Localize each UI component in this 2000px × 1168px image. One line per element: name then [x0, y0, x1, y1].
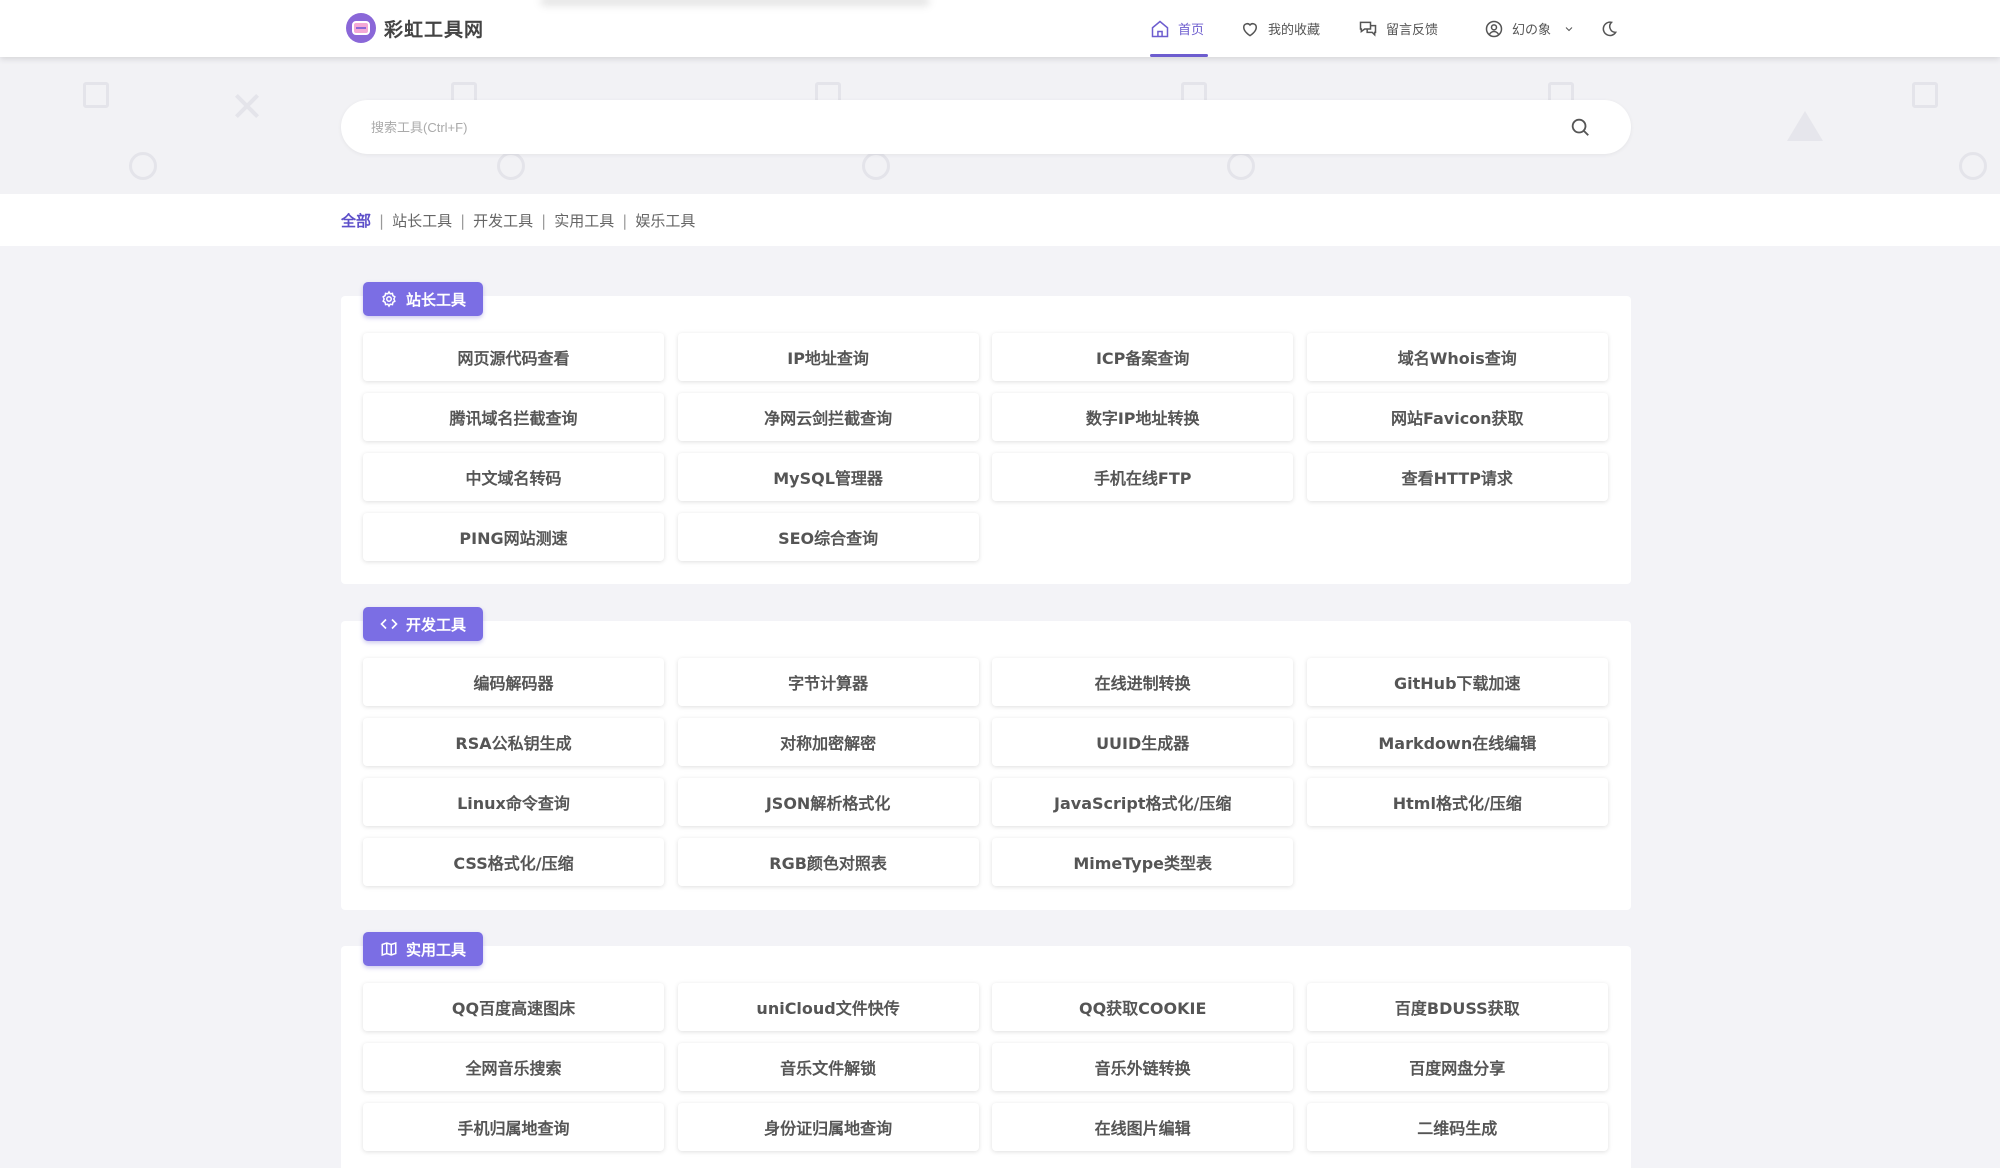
- filter-utility[interactable]: 实用工具: [554, 210, 614, 231]
- tool-card[interactable]: Markdown在线编辑: [1306, 718, 1608, 766]
- tool-card[interactable]: MySQL管理器: [677, 453, 979, 501]
- tool-card[interactable]: SEO综合查询: [677, 513, 979, 561]
- toolbox-logo-icon: [346, 13, 376, 43]
- tool-card[interactable]: 对称加密解密: [677, 718, 979, 766]
- nav-feedback[interactable]: 留言反馈: [1358, 0, 1438, 57]
- section-utility-tools: 实用工具 QQ百度高速图床 uniCloud文件快传 QQ获取COOKIE 百度…: [341, 932, 1631, 1168]
- user-circle-icon: [1485, 20, 1503, 37]
- nav-user-label: 幻の象: [1512, 23, 1552, 38]
- tool-card[interactable]: Html格式化/压缩: [1306, 778, 1608, 826]
- map-icon: [381, 941, 397, 957]
- brand[interactable]: 彩虹工具网: [346, 13, 484, 43]
- top-header: 彩虹工具网 首页 我的收藏 留言反馈 幻の象: [0, 0, 2000, 57]
- tool-card[interactable]: JavaScript格式化/压缩: [992, 778, 1294, 826]
- search-input[interactable]: [371, 100, 1551, 154]
- home-icon: [1151, 20, 1169, 37]
- tool-card[interactable]: QQ百度高速图床: [363, 983, 664, 1031]
- section-tag: 站长工具: [363, 282, 484, 316]
- tool-grid: QQ百度高速图床 uniCloud文件快传 QQ获取COOKIE 百度BDUSS…: [363, 983, 1609, 1151]
- tool-card[interactable]: 网站Favicon获取: [1306, 393, 1608, 441]
- tool-card[interactable]: 身份证归属地查询: [677, 1103, 979, 1151]
- nav-feedback-label: 留言反馈: [1386, 23, 1439, 38]
- tool-card[interactable]: 全网音乐搜索: [363, 1043, 664, 1091]
- tool-card[interactable]: 编码解码器: [363, 658, 664, 706]
- tool-card[interactable]: MimeType类型表: [992, 838, 1294, 886]
- tool-card[interactable]: 查看HTTP请求: [1306, 453, 1608, 501]
- tool-card[interactable]: 网页源代码查看: [363, 333, 664, 381]
- decor-square-icon: [83, 82, 109, 108]
- nav-home[interactable]: 首页: [1150, 0, 1208, 57]
- decor-circle-icon: [129, 152, 157, 180]
- filter-entertainment[interactable]: 娱乐工具: [635, 210, 695, 231]
- gear-icon: [382, 290, 396, 308]
- filter-separator: |: [622, 211, 628, 230]
- decor-cross-icon: [232, 91, 262, 121]
- search-band: [0, 57, 2000, 194]
- section-title: 开发工具: [406, 615, 467, 634]
- tool-card[interactable]: Linux命令查询: [363, 778, 664, 826]
- tool-card[interactable]: 音乐外链转换: [992, 1043, 1294, 1091]
- tool-card[interactable]: 二维码生成: [1306, 1103, 1608, 1151]
- chat-bubbles-icon: [1359, 21, 1377, 37]
- tool-card[interactable]: ICP备案查询: [992, 333, 1294, 381]
- tool-card[interactable]: IP地址查询: [677, 333, 979, 381]
- tool-grid: 网页源代码查看 IP地址查询 ICP备案查询 域名Whois查询 腾讯域名拦截查…: [363, 333, 1609, 561]
- tool-card[interactable]: 在线图片编辑: [992, 1103, 1294, 1151]
- decor-circle-icon: [1959, 152, 1987, 180]
- nav-home-label: 首页: [1178, 23, 1205, 38]
- tool-card[interactable]: CSS格式化/压缩: [363, 838, 664, 886]
- tool-card[interactable]: 在线进制转换: [992, 658, 1294, 706]
- tool-card[interactable]: QQ获取COOKIE: [992, 983, 1294, 1031]
- tool-card[interactable]: 中文域名转码: [363, 453, 664, 501]
- tool-card[interactable]: RSA公私钥生成: [363, 718, 664, 766]
- filter-separator: |: [541, 211, 547, 230]
- tool-card[interactable]: RGB颜色对照表: [677, 838, 979, 886]
- filter-all[interactable]: 全部: [341, 210, 371, 231]
- category-filter-bar: 全部 | 站长工具 | 开发工具 | 实用工具 | 娱乐工具: [0, 194, 2000, 246]
- tool-card[interactable]: 数字IP地址转换: [992, 393, 1294, 441]
- filter-dev[interactable]: 开发工具: [473, 210, 533, 231]
- tool-card[interactable]: 手机归属地查询: [363, 1103, 664, 1151]
- tool-grid: 编码解码器 字节计算器 在线进制转换 GitHub下载加速 RSA公私钥生成 对…: [363, 658, 1609, 886]
- chevron-down-icon: [1565, 26, 1573, 31]
- brand-name: 彩虹工具网: [384, 18, 485, 41]
- section-title: 站长工具: [406, 290, 467, 309]
- section-tag: 开发工具: [363, 607, 484, 641]
- decor-triangle-icon: [1787, 111, 1823, 141]
- filter-separator: |: [460, 211, 466, 230]
- code-icon: [380, 618, 398, 630]
- nav-user-menu[interactable]: 幻の象: [1484, 0, 1575, 57]
- nav-favorites-label: 我的收藏: [1268, 23, 1321, 38]
- filter-webmaster[interactable]: 站长工具: [392, 210, 452, 231]
- section-webmaster-tools: 站长工具 网页源代码查看 IP地址查询 ICP备案查询 域名Whois查询 腾讯…: [341, 282, 1631, 584]
- section-dev-tools: 开发工具 编码解码器 字节计算器 在线进制转换 GitHub下载加速 RSA公私…: [341, 607, 1631, 910]
- tool-card[interactable]: JSON解析格式化: [677, 778, 979, 826]
- decor-circle-icon: [862, 152, 890, 180]
- decor-circle-icon: [1227, 152, 1255, 180]
- nav-favorites[interactable]: 我的收藏: [1240, 0, 1320, 57]
- decor-circle-icon: [497, 152, 525, 180]
- tool-card[interactable]: 百度网盘分享: [1306, 1043, 1608, 1091]
- tool-card[interactable]: 域名Whois查询: [1306, 333, 1608, 381]
- tool-card[interactable]: 手机在线FTP: [992, 453, 1294, 501]
- section-title: 实用工具: [406, 940, 467, 959]
- tool-card[interactable]: 音乐文件解锁: [677, 1043, 979, 1091]
- tool-card[interactable]: UUID生成器: [992, 718, 1294, 766]
- section-tag: 实用工具: [363, 932, 484, 966]
- tool-card[interactable]: PING网站测速: [363, 513, 664, 561]
- tool-card[interactable]: 百度BDUSS获取: [1306, 983, 1608, 1031]
- filter-separator: |: [379, 211, 385, 230]
- theme-toggle[interactable]: [1599, 0, 1619, 57]
- tool-card[interactable]: 字节计算器: [677, 658, 979, 706]
- moon-icon: [1602, 20, 1618, 36]
- tool-card[interactable]: GitHub下载加速: [1306, 658, 1608, 706]
- tool-card[interactable]: 净网云剑拦截查询: [677, 393, 979, 441]
- decor-square-icon: [1912, 82, 1938, 108]
- tool-card[interactable]: uniCloud文件快传: [677, 983, 979, 1031]
- search-icon[interactable]: [1569, 116, 1591, 138]
- header-shadow: [540, 0, 930, 6]
- heart-icon: [1243, 22, 1257, 37]
- tool-card[interactable]: 腾讯域名拦截查询: [363, 393, 664, 441]
- search-box: [341, 100, 1631, 154]
